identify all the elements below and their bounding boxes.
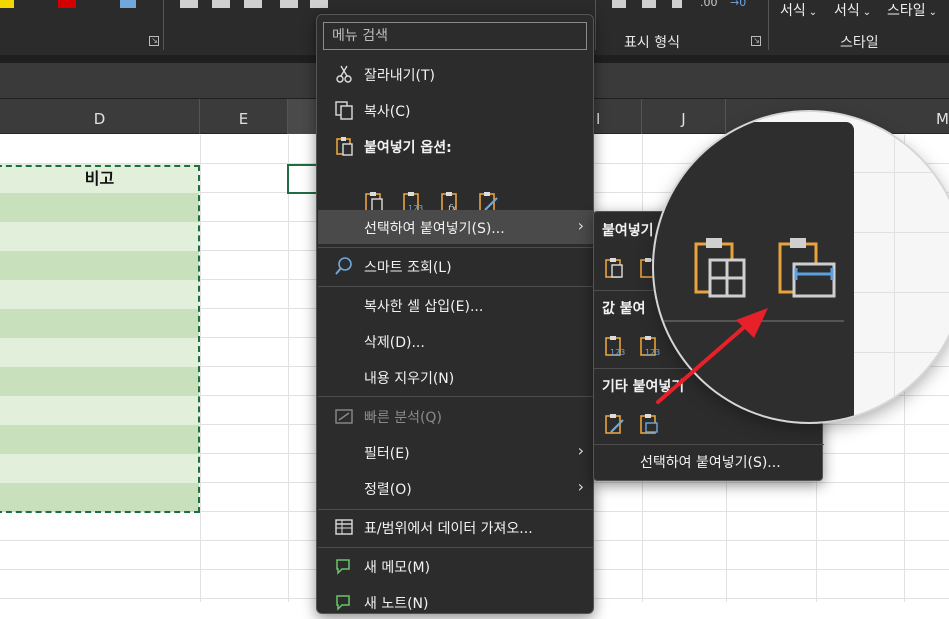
chevron-right-icon: › (577, 216, 584, 235)
column-header-f[interactable] (288, 99, 318, 134)
column-header-m[interactable]: M (926, 99, 949, 134)
menu-item-delete[interactable]: 삭제(D)... (318, 324, 594, 358)
quick-analysis-icon (335, 409, 353, 424)
ribbon-divider (163, 0, 164, 50)
highlight-color-icon[interactable] (0, 0, 14, 8)
align-left-icon[interactable] (180, 0, 198, 8)
menu-item-cut[interactable]: 잘라내기(T) (318, 57, 594, 91)
paste-values-icon[interactable]: 123 (603, 334, 627, 358)
column-header-d[interactable]: D (0, 99, 200, 134)
chevron-down-icon: ⌄ (862, 7, 872, 18)
currency-icon[interactable] (612, 0, 626, 8)
font-color-icon[interactable] (58, 0, 76, 8)
submenu-paste-header: 붙여넣기 (602, 223, 654, 239)
number-format-group-label: 표시 형식 (624, 35, 680, 51)
menu-item-filter[interactable]: 필터(E) › (318, 435, 594, 469)
decrease-decimal-icon[interactable]: →0 (730, 0, 746, 9)
submenu-paste-special-item[interactable]: 선택하여 붙여넣기(S)... (640, 452, 781, 472)
text-direction-icon[interactable] (120, 0, 136, 8)
chevron-down-icon: ⌄ (928, 7, 938, 18)
paste-formatting-icon[interactable] (603, 412, 627, 436)
column-title-cell[interactable]: 비고 (0, 164, 199, 193)
align-center-icon[interactable] (212, 0, 230, 8)
column-header-i[interactable]: I (594, 99, 642, 134)
magnified-gridline (854, 352, 949, 353)
magnified-gridline (854, 172, 949, 173)
column-gridline (288, 135, 289, 602)
table-cell[interactable] (0, 193, 199, 222)
table-cell[interactable] (0, 309, 199, 338)
smart-lookup-icon (335, 257, 352, 275)
magnified-gridline (854, 232, 949, 233)
scissors-icon (336, 65, 352, 83)
menu-separator (318, 547, 594, 548)
decrease-indent-icon[interactable] (280, 0, 298, 8)
paste-icon[interactable] (603, 256, 627, 280)
table-cell[interactable] (0, 222, 199, 251)
menu-item-paste-special[interactable]: 선택하여 붙여넣기(S)... › (318, 210, 594, 244)
table-cell[interactable] (0, 425, 199, 454)
alignment-dialog-launcher-icon[interactable]: ↘ (149, 36, 159, 46)
conditional-format-button[interactable]: 서식 ⌄ (780, 0, 817, 20)
menu-item-smart-lookup[interactable]: 스마트 조회(L) (318, 249, 594, 283)
magnified-gridline (854, 292, 949, 293)
chevron-down-icon: ⌄ (808, 7, 818, 18)
clipboard-icon (336, 137, 353, 156)
table-format-button[interactable]: 서식 ⌄ (834, 0, 871, 20)
number-format-dialog-launcher-icon[interactable]: ↘ (751, 36, 761, 46)
menu-item-new-note[interactable]: 새 노트(N) (318, 585, 594, 619)
cell-styles-button[interactable]: 스타일 ⌄ (887, 0, 937, 20)
menu-item-insert-copied-cells[interactable]: 복사한 셀 삽입(E)... (318, 288, 594, 322)
paste-no-borders-icon[interactable] (692, 234, 748, 298)
new-comment-icon (336, 559, 350, 575)
styles-group-label: 스타일 (840, 35, 879, 51)
magnified-gridline (894, 112, 895, 422)
percent-icon[interactable] (642, 0, 656, 8)
active-cell[interactable] (287, 164, 319, 194)
menu-search-input[interactable] (323, 22, 587, 50)
table-cell[interactable] (0, 338, 199, 367)
context-menu: 잘라내기(T) 복사(C) 붙여넣기 옵션: 123 fx 선택하여 붙여넣기(… (316, 14, 594, 614)
table-cell[interactable] (0, 367, 199, 396)
annotation-arrow-icon (656, 308, 768, 404)
submenu-values-header: 값 붙여 (602, 301, 646, 317)
menu-item-get-data-from-table[interactable]: 표/범위에서 데이터 가져오... (318, 510, 594, 544)
align-right-icon[interactable] (244, 0, 262, 8)
menu-item-copy[interactable]: 복사(C) (318, 93, 594, 127)
menu-separator (318, 286, 594, 287)
table-cell[interactable] (0, 396, 199, 425)
chevron-right-icon: › (577, 441, 584, 460)
menu-item-new-comment[interactable]: 새 메모(M) (318, 549, 594, 583)
menu-item-clear-contents[interactable]: 내용 지우기(N) (318, 360, 594, 394)
menu-item-sort[interactable]: 정렬(O) › (318, 471, 594, 505)
comma-style-icon[interactable] (672, 0, 682, 8)
increase-indent-icon[interactable] (310, 0, 328, 8)
column-gridline (200, 135, 201, 602)
menu-item-quick-analysis: 빠른 분석(Q) (318, 399, 594, 433)
ribbon-divider (595, 0, 596, 50)
svg-text:123: 123 (610, 348, 625, 357)
table-cell[interactable] (0, 280, 199, 309)
copy-icon (335, 101, 353, 120)
submenu-separator (594, 444, 824, 445)
table-cell[interactable] (0, 251, 199, 280)
menu-separator (318, 247, 594, 248)
menu-separator (318, 396, 594, 397)
table-icon (335, 519, 353, 535)
new-note-icon (336, 595, 350, 611)
table-cell[interactable] (0, 454, 199, 483)
increase-decimal-icon[interactable]: .00 (700, 0, 718, 9)
table-cell[interactable] (0, 483, 199, 512)
chevron-right-icon: › (577, 477, 584, 496)
ribbon-divider (768, 0, 769, 50)
menu-item-paste-options: 붙여넣기 옵션: (318, 129, 594, 163)
column-header-e[interactable]: E (200, 99, 288, 134)
paste-keep-column-width-icon[interactable] (776, 234, 842, 298)
